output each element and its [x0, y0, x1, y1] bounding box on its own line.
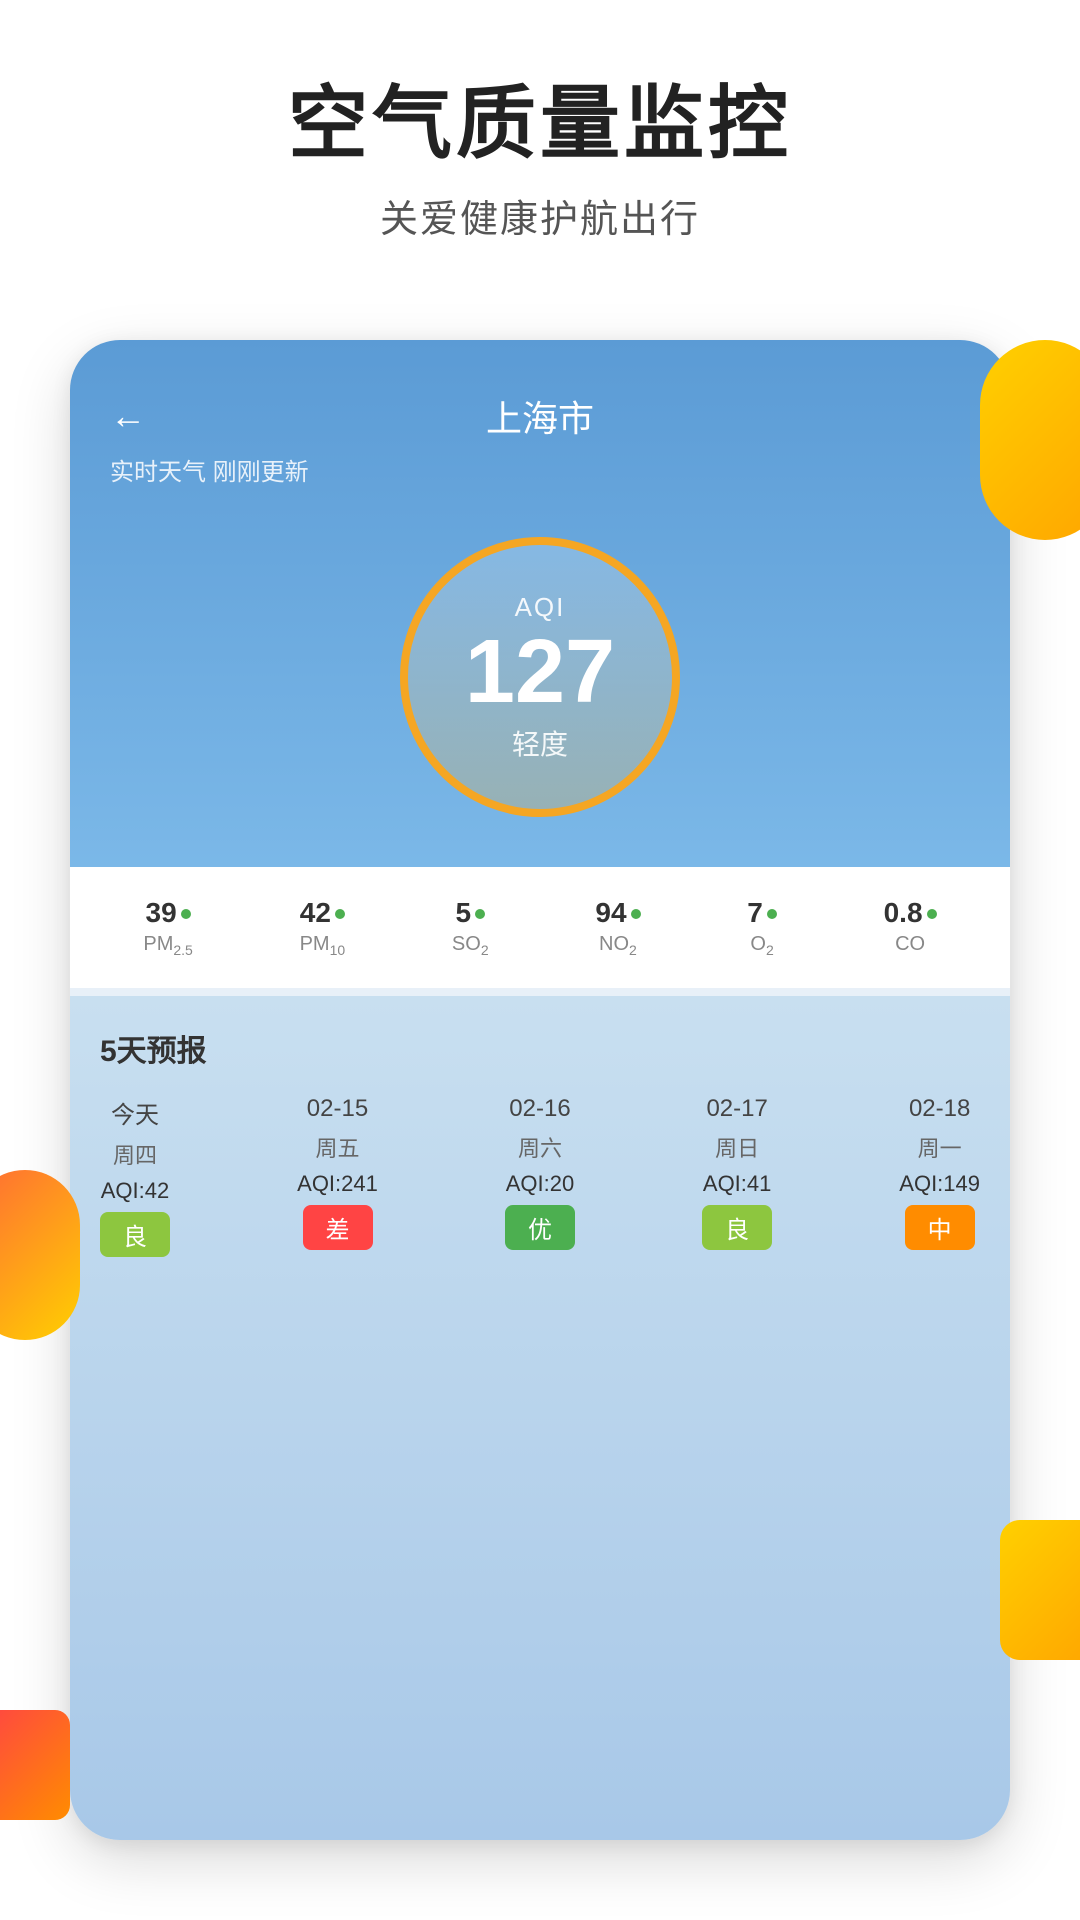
forecast-badge-0217: 良	[702, 1205, 772, 1250]
forecast-aqi-0217: AQI:41	[703, 1171, 771, 1197]
no2-dot	[631, 909, 641, 919]
pm25-value: 39	[146, 897, 177, 929]
o2-label: O2	[750, 933, 773, 958]
forecast-date-0215: 02-15	[307, 1095, 368, 1123]
aqi-value: 127	[465, 627, 615, 717]
pollutants-row: 39 PM2.5 42 PM10 5 SO2	[70, 867, 1010, 988]
pollutant-pm25: 39 PM2.5	[143, 897, 192, 958]
no2-label: NO2	[599, 933, 637, 958]
app-nav: ← 上海市	[110, 390, 970, 442]
forecast-aqi-0218: AQI:149	[899, 1171, 980, 1197]
city-name: 上海市	[486, 390, 594, 442]
pollutant-o2: 7 O2	[747, 897, 777, 958]
forecast-weekday-0216: 周六	[518, 1131, 562, 1163]
forecast-badge-0216: 优	[505, 1205, 575, 1250]
forecast-weekday-0217: 周日	[715, 1131, 759, 1163]
pm10-label: PM10	[300, 933, 346, 958]
pm10-value: 42	[300, 897, 331, 929]
forecast-badge-0215: 差	[303, 1205, 373, 1250]
forecast-weekday-0215: 周五	[315, 1131, 359, 1163]
no2-value: 94	[595, 897, 626, 929]
co-value: 0.8	[884, 897, 923, 929]
forecast-section: 5天预报 今天 周四 AQI:42 良 02-15 周五 AQI:241 差 0…	[70, 996, 1010, 1840]
pollutant-so2: 5 SO2	[452, 897, 489, 958]
back-button[interactable]: ←	[110, 395, 146, 437]
forecast-title: 5天预报	[100, 1026, 980, 1070]
pm25-dot	[181, 909, 191, 919]
aqi-circle: AQI 127 轻度	[400, 537, 680, 817]
forecast-day-0218: 02-18 周一 AQI:149 中	[899, 1095, 980, 1257]
forecast-day-0216: 02-16 周六 AQI:20 优	[505, 1095, 575, 1257]
deco-rect-bottom-left2	[0, 1710, 70, 1820]
forecast-weekday-0218: 周一	[918, 1131, 962, 1163]
o2-value: 7	[747, 897, 763, 929]
weather-status: 实时天气 刚刚更新	[110, 452, 970, 487]
spacer	[70, 988, 1010, 996]
pollutant-no2: 94 NO2	[595, 897, 640, 958]
pollutant-pm10: 42 PM10	[300, 897, 346, 958]
forecast-badge-today: 良	[100, 1212, 170, 1257]
forecast-aqi-0215: AQI:241	[297, 1171, 378, 1197]
forecast-badge-0218: 中	[905, 1205, 975, 1250]
aqi-label: AQI	[515, 592, 566, 623]
forecast-row: 今天 周四 AQI:42 良 02-15 周五 AQI:241 差 02-16 …	[100, 1095, 980, 1257]
forecast-day-today: 今天 周四 AQI:42 良	[100, 1095, 170, 1257]
forecast-aqi-today: AQI:42	[101, 1178, 169, 1204]
pm10-dot	[335, 909, 345, 919]
forecast-date-0218: 02-18	[909, 1095, 970, 1123]
deco-rect-bottom-right	[1000, 1520, 1080, 1660]
page-subtitle: 关爱健康护航出行	[0, 188, 1080, 243]
forecast-weekday-today: 周四	[113, 1138, 157, 1170]
aqi-quality: 轻度	[512, 723, 568, 763]
forecast-day-0217: 02-17 周日 AQI:41 良	[702, 1095, 772, 1257]
forecast-date-today: 今天	[111, 1095, 159, 1130]
deco-circle-bottom-left	[0, 1170, 80, 1340]
so2-value: 5	[455, 897, 471, 929]
pollutant-co: 0.8 CO	[884, 897, 937, 956]
so2-dot	[475, 909, 485, 919]
forecast-date-0216: 02-16	[509, 1095, 570, 1123]
aqi-circle-container: AQI 127 轻度	[110, 517, 970, 867]
co-label: CO	[895, 933, 925, 956]
co-dot	[927, 909, 937, 919]
page-title: 空气质量监控	[0, 80, 1080, 168]
pm25-label: PM2.5	[143, 933, 192, 958]
page-header: 空气质量监控 关爱健康护航出行	[0, 0, 1080, 283]
forecast-date-0217: 02-17	[706, 1095, 767, 1123]
forecast-day-0215: 02-15 周五 AQI:241 差	[297, 1095, 378, 1257]
so2-label: SO2	[452, 933, 489, 958]
deco-circle-top-right	[980, 340, 1080, 540]
app-header: ← 上海市 实时天气 刚刚更新 AQI 127 轻度	[70, 340, 1010, 867]
forecast-aqi-0216: AQI:20	[506, 1171, 574, 1197]
o2-dot	[767, 909, 777, 919]
phone-mockup: ← 上海市 实时天气 刚刚更新 AQI 127 轻度 39 PM2.5	[70, 340, 1010, 1840]
